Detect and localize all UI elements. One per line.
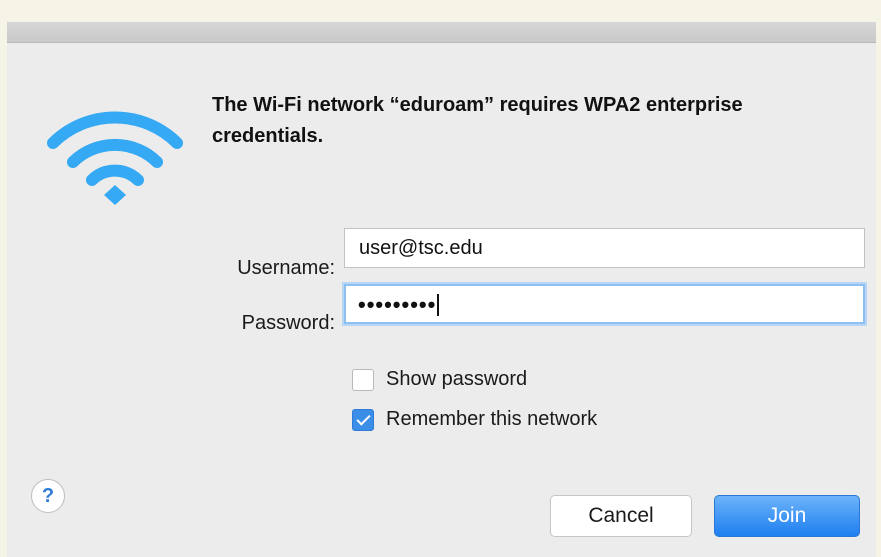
page: The Wi-Fi network “eduroam” requires WPA…: [0, 0, 881, 557]
cancel-button[interactable]: Cancel: [550, 495, 692, 537]
join-button[interactable]: Join: [714, 495, 860, 537]
dialog-message: The Wi-Fi network “eduroam” requires WPA…: [212, 94, 743, 147]
text-caret: [437, 294, 440, 316]
show-password-label: Show password: [386, 368, 528, 390]
remember-network-option[interactable]: Remember this network: [352, 408, 597, 431]
password-field[interactable]: •••••••••: [344, 284, 865, 324]
remember-network-label: Remember this network: [386, 408, 598, 430]
help-button[interactable]: ?: [31, 479, 65, 513]
username-field[interactable]: user@tsc.edu: [344, 228, 865, 268]
username-value: user@tsc.edu: [359, 237, 483, 259]
remember-network-checkbox[interactable]: [352, 408, 374, 431]
wifi-icon: [47, 111, 183, 205]
password-masked-value: •••••••••: [358, 292, 437, 317]
username-label: Username:: [237, 257, 335, 279]
show-password-checkbox[interactable]: [352, 368, 374, 391]
window-titlebar[interactable]: [7, 22, 876, 43]
password-label: Password:: [241, 312, 335, 334]
wifi-credentials-dialog: The Wi-Fi network “eduroam” requires WPA…: [7, 22, 876, 557]
show-password-option[interactable]: Show password: [352, 368, 527, 391]
